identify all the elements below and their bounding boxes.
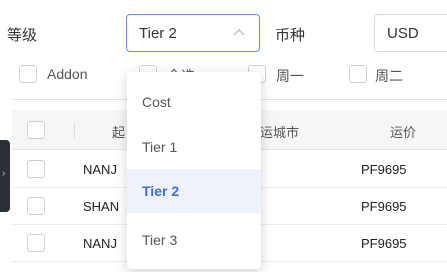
header-select-all-checkbox[interactable] (27, 121, 45, 139)
addon-checkbox[interactable] (19, 65, 37, 83)
row-origin: NANJ (83, 162, 117, 177)
row-origin: NANJ (83, 236, 117, 251)
currency-select-value: USD (387, 24, 419, 42)
currency-select[interactable]: USD (374, 14, 447, 52)
row-origin: SHAN (83, 199, 120, 214)
dropdown-option-tier-1[interactable]: Tier 1 (127, 125, 261, 169)
row-price: PF9695 (361, 162, 407, 177)
level-label: 等级 (7, 27, 38, 44)
dropdown-option-tier-3[interactable]: Tier 3 (127, 218, 261, 262)
row-checkbox[interactable] (27, 160, 45, 178)
header-dest-city: 运城市 (260, 125, 300, 140)
level-dropdown-menu: Cost Tier 1 Tier 2 Tier 3 (127, 72, 261, 269)
addon-label: Addon (47, 66, 88, 82)
level-select-value: Tier 2 (139, 24, 177, 42)
row-checkbox[interactable] (27, 234, 45, 252)
chevron-right-icon: › (2, 168, 6, 179)
tuesday-checkbox[interactable] (349, 65, 367, 83)
dropdown-option-tier-2[interactable]: Tier 2 (127, 169, 261, 213)
level-select[interactable]: Tier 2 (126, 14, 260, 52)
tuesday-label: 周二 (375, 68, 403, 84)
column-divider (74, 122, 75, 138)
filter-row: 等级 Tier 2 币种 USD (0, 14, 447, 54)
header-rate: 运价 (390, 125, 417, 140)
monday-label: 周一 (276, 68, 304, 84)
currency-label: 币种 (275, 27, 306, 44)
chevron-up-icon (233, 29, 245, 36)
row-price: PF9695 (361, 199, 407, 214)
sidebar-toggle-handle[interactable]: › (0, 140, 10, 212)
dropdown-option-cost[interactable]: Cost (127, 80, 261, 124)
row-checkbox[interactable] (27, 197, 45, 215)
header-origin: 起 (112, 125, 126, 140)
row-price: PF9695 (361, 236, 407, 251)
